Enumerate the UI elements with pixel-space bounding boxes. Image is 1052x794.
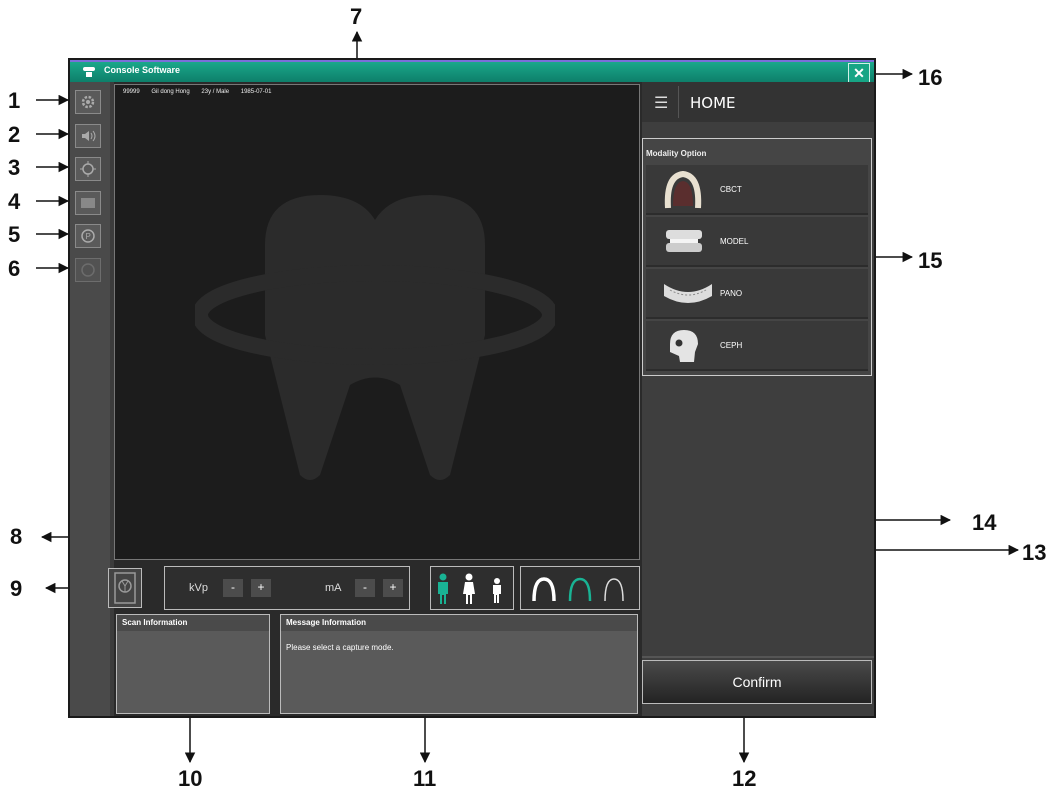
left-toolbar: P <box>70 82 110 716</box>
callout-4: 4 <box>8 189 21 214</box>
callout-1: 1 <box>8 88 21 113</box>
callout-9: 9 <box>10 576 23 601</box>
callout-16: 16 <box>918 65 943 90</box>
confirm-divider <box>642 656 874 658</box>
cbct-arch-icon <box>664 170 702 209</box>
gear-icon <box>81 95 95 109</box>
xray-ready-button[interactable] <box>108 568 142 608</box>
exposure-controls: kVp - + mA - + <box>164 566 410 610</box>
patient-age-sex: 23y / Male <box>201 89 230 95</box>
modality-option-panel: Modality Option CBCT MODEL PANO CEPH <box>642 138 872 376</box>
patient-id: 99999 <box>123 89 140 95</box>
callout-14: 14 <box>972 510 997 535</box>
message-text: Please select a capture mode. <box>286 643 394 652</box>
arch-medium-icon[interactable] <box>567 577 593 603</box>
confirm-button[interactable]: Confirm <box>642 660 872 704</box>
message-information-header: Message Information <box>281 615 637 631</box>
sound-button[interactable] <box>75 124 101 148</box>
monitor-icon <box>81 198 95 208</box>
callout-7: 7 <box>350 4 363 29</box>
window-title: Console Software <box>104 65 181 75</box>
ma-increase-button[interactable]: + <box>383 579 403 597</box>
arch-large-icon[interactable] <box>531 577 557 603</box>
console-window: Console Software ✕ P 99999 Gil dong Hong… <box>68 58 876 718</box>
patient-type-selector <box>430 566 514 610</box>
modality-label-pano: PANO <box>720 289 743 298</box>
modality-item-model[interactable]: MODEL <box>646 217 868 267</box>
ma-label: mA <box>325 582 342 594</box>
kvp-label: kVp <box>189 582 208 594</box>
arch-size-selector <box>520 566 640 610</box>
callout-10: 10 <box>178 766 203 791</box>
modality-label-model: MODEL <box>720 237 749 246</box>
title-bar: Console Software ✕ <box>70 60 874 83</box>
home-title: HOME <box>690 94 736 112</box>
callout-11: 11 <box>413 766 437 791</box>
app-logo-icon <box>83 67 95 77</box>
callout-5: 5 <box>8 222 21 247</box>
message-information-panel: Message Information Please select a capt… <box>280 614 638 714</box>
pano-jaw-icon <box>664 284 712 303</box>
patient-name: Gil dong Hong <box>151 89 190 95</box>
callout-6: 6 <box>8 256 21 281</box>
callout-15: 15 <box>918 248 943 273</box>
menu-icon[interactable]: ☰ <box>654 93 668 113</box>
kvp-increase-button[interactable]: + <box>251 579 271 597</box>
modality-option-header: Modality Option <box>646 149 707 158</box>
home-bar-divider <box>678 86 679 118</box>
callout-3: 3 <box>8 155 21 180</box>
home-bar: ☰ HOME <box>642 82 874 122</box>
control-row: kVp - + mA - + <box>108 562 640 612</box>
speaker-icon <box>82 130 96 142</box>
preset-button[interactable]: P <box>75 224 101 248</box>
kvp-decrease-button[interactable]: - <box>223 579 243 597</box>
info-circle-icon <box>81 263 95 277</box>
scan-information-panel: Scan Information <box>116 614 270 714</box>
adult-female-icon[interactable] <box>461 573 477 605</box>
xray-source-icon <box>80 161 96 177</box>
callout-8: 8 <box>10 524 23 549</box>
adult-male-icon[interactable] <box>435 573 451 605</box>
ma-decrease-button[interactable]: - <box>355 579 375 597</box>
callout-2: 2 <box>8 122 21 147</box>
close-button[interactable]: ✕ <box>848 63 870 83</box>
right-panel: ☰ HOME Modality Option CBCT MODEL PANO C… <box>642 82 874 716</box>
child-icon[interactable] <box>489 577 505 605</box>
model-teeth-icon <box>666 230 702 252</box>
modality-item-ceph[interactable]: CEPH <box>646 321 868 371</box>
callout-12: 12 <box>732 766 757 791</box>
info-button[interactable] <box>75 258 101 282</box>
callout-13: 13 <box>1022 540 1047 565</box>
ceph-skull-icon <box>670 330 698 362</box>
patient-dob: 1985-07-01 <box>240 89 272 95</box>
patient-info: 99999 Gil dong Hong 23y / Male 1985-07-0… <box>123 89 281 95</box>
display-button[interactable] <box>75 191 101 215</box>
modality-label-cbct: CBCT <box>720 185 742 194</box>
scan-information-header: Scan Information <box>117 615 269 631</box>
image-viewer[interactable]: 99999 Gil dong Hong 23y / Male 1985-07-0… <box>114 84 640 560</box>
svg-text:P: P <box>86 232 91 241</box>
arch-small-icon[interactable] <box>601 577 627 603</box>
p-circle-icon: P <box>81 229 95 243</box>
modality-item-cbct[interactable]: CBCT <box>646 165 868 215</box>
modality-label-ceph: CEPH <box>720 341 743 350</box>
radiation-icon <box>114 572 136 604</box>
tooth-logo-icon <box>195 195 555 480</box>
settings-button[interactable] <box>75 90 101 114</box>
modality-item-pano[interactable]: PANO <box>646 269 868 319</box>
exposure-button[interactable] <box>75 157 101 181</box>
